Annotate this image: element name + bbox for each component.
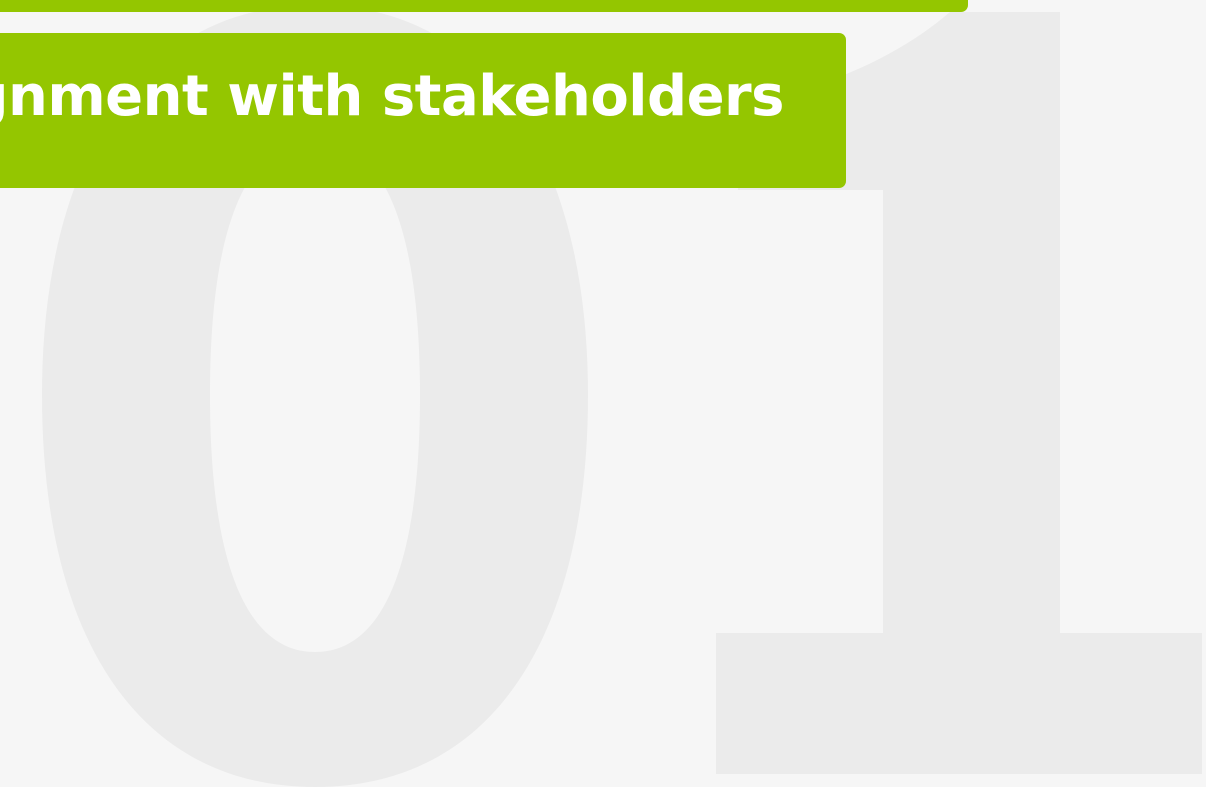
heading-banner: gnment with stakeholders: [0, 33, 846, 188]
slide-heading: gnment with stakeholders: [0, 64, 784, 129]
top-accent-bar: [0, 0, 968, 12]
